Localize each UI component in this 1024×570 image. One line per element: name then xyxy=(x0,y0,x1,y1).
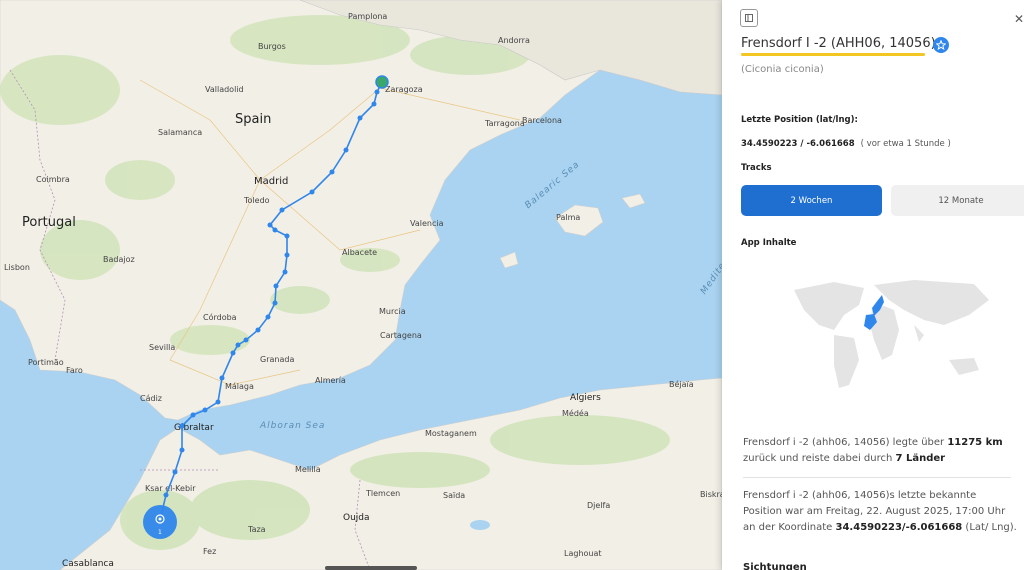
city-medea: Médéa xyxy=(562,408,589,418)
start-marker[interactable] xyxy=(375,75,389,89)
city-saida: Saïda xyxy=(443,491,465,500)
city-djelfa: Djelfa xyxy=(587,501,610,510)
city-fez: Fez xyxy=(203,547,216,556)
lastpos-suffix: (Lat/ Lng). xyxy=(962,522,1017,533)
country-label-spain: Spain xyxy=(235,112,271,127)
country-label-portugal: Portugal xyxy=(22,215,76,230)
title-underline xyxy=(741,53,925,56)
city-madrid: Madrid xyxy=(254,176,288,187)
star-icon xyxy=(936,40,946,50)
city-badajoz: Badajoz xyxy=(103,255,135,264)
city-tlemcen: Tlemcen xyxy=(365,489,400,498)
distance-value: 11275 km xyxy=(947,437,1003,448)
city-cadiz: Cádiz xyxy=(140,394,162,403)
species-name: (Ciconia ciconia) xyxy=(741,64,824,75)
city-salamanca: Salamanca xyxy=(158,128,202,137)
city-cartagena: Cartagena xyxy=(380,331,422,340)
coordinates-value: 34.4590223 / -6.061668 xyxy=(741,139,855,149)
lake xyxy=(470,520,490,530)
city-burgos: Burgos xyxy=(258,42,286,51)
city-valencia: Valencia xyxy=(410,219,444,228)
map-view[interactable]: Balearic Sea Alboran Sea Mediterranean S… xyxy=(0,0,722,570)
divider xyxy=(743,477,1011,478)
current-position-marker[interactable]: 1 xyxy=(143,505,177,539)
city-bejaia: Béjaïa xyxy=(669,379,694,389)
city-portimao: Portimão xyxy=(28,358,64,367)
city-biskra: Biskra xyxy=(700,490,722,499)
city-murcia: Murcia xyxy=(379,307,406,316)
lastpos-coordinate: 34.4590223/-6.061668 xyxy=(835,522,963,533)
track-12-months-button[interactable]: 12 Monate xyxy=(891,185,1024,216)
city-gibraltar: Gibraltar xyxy=(174,423,214,433)
sightings-heading: Sichtungen xyxy=(743,562,807,570)
stats-middle: zurück und reiste dabei durch xyxy=(743,453,896,464)
travel-stats: Frensdorf i -2 (ahh06, 14056) legte über… xyxy=(743,435,1018,467)
city-cordoba: Córdoba xyxy=(203,312,237,322)
stats-prefix: Frensdorf i -2 (ahh06, 14056) legte über xyxy=(743,437,948,448)
city-coimbra: Coimbra xyxy=(36,175,70,184)
city-taza: Taza xyxy=(247,525,266,534)
city-faro: Faro xyxy=(66,366,83,375)
city-malaga: Málaga xyxy=(225,382,254,391)
city-tarragona: Tarragona xyxy=(484,119,525,128)
favorite-star-icon[interactable] xyxy=(933,37,949,53)
world-minimap[interactable] xyxy=(774,270,1004,400)
close-icon[interactable]: ✕ xyxy=(1010,10,1024,28)
city-mostaganem: Mostaganem xyxy=(425,429,477,438)
last-position-coordinates: 34.4590223 / -6.061668 ( vor etwa 1 Stund… xyxy=(741,139,951,149)
countries-value: 7 Länder xyxy=(895,453,946,464)
panel-icon xyxy=(745,14,753,22)
city-casablanca: Casablanca xyxy=(62,559,114,569)
sea-label-alboran: Alboran Sea xyxy=(259,421,325,431)
city-lisbon: Lisbon xyxy=(4,263,30,272)
city-granada: Granada xyxy=(260,355,294,364)
city-toledo: Toledo xyxy=(243,196,270,205)
scroll-indicator[interactable] xyxy=(325,566,417,570)
track-2-weeks-button[interactable]: 2 Wochen xyxy=(741,185,882,216)
city-pamplona: Pamplona xyxy=(348,12,387,21)
city-melilla: Melilla xyxy=(295,465,321,474)
cluster-count: 1 xyxy=(158,529,162,536)
app-content-label: App Inhalte xyxy=(741,238,797,248)
city-andorra: Andorra xyxy=(498,36,530,45)
last-position-text: Frensdorf i -2 (ahh06, 14056)s letzte be… xyxy=(743,488,1018,536)
city-albacete: Albacete xyxy=(342,248,377,257)
time-ago: ( vor etwa 1 Stunde ) xyxy=(860,139,951,149)
city-palma: Palma xyxy=(556,213,580,222)
collapse-panel-button[interactable] xyxy=(740,9,758,27)
tracks-label: Tracks xyxy=(741,163,772,173)
city-zaragoza: Zaragoza xyxy=(385,85,423,94)
city-oujda: Oujda xyxy=(343,513,370,523)
detail-panel: ✕ Frensdorf I -2 (AHH06, 14056) (Ciconia… xyxy=(722,0,1024,570)
city-valladolid: Valladolid xyxy=(205,85,244,94)
map-canvas[interactable]: Balearic Sea Alboran Sea Mediterranean S… xyxy=(0,0,722,570)
city-laghouat: Laghouat xyxy=(564,549,602,558)
city-algiers: Algiers xyxy=(570,393,601,403)
city-almeria: Almería xyxy=(315,376,346,385)
animal-title: Frensdorf I -2 (AHH06, 14056) xyxy=(741,36,936,51)
city-sevilla: Sevilla xyxy=(149,343,175,352)
city-barcelona: Barcelona xyxy=(522,116,562,125)
last-position-label: Letzte Position (lat/lng): xyxy=(741,115,858,125)
